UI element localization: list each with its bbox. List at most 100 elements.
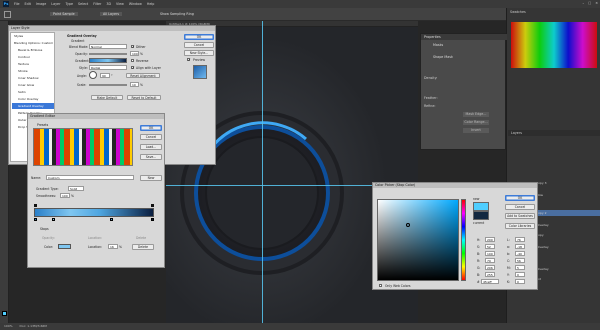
style-blending-options[interactable]: Blending Options: Custom <box>12 40 54 46</box>
menu-3d[interactable]: 3D <box>106 2 111 6</box>
stop-location-input[interactable]: 16 <box>108 244 118 249</box>
style-select[interactable]: Radial <box>89 65 127 70</box>
reset-alignment-button[interactable]: Reset Alignment <box>126 73 160 78</box>
invert-button[interactable]: Invert <box>463 128 489 133</box>
gradient-preview[interactable] <box>89 58 127 63</box>
angle-dial-icon[interactable] <box>89 71 97 79</box>
layer-style-ok-button[interactable]: OK <box>184 34 214 40</box>
gradient-save-button[interactable]: Save... <box>140 154 162 160</box>
color-cancel-button[interactable]: Cancel <box>505 204 535 210</box>
color-field[interactable] <box>377 199 459 281</box>
maximize-icon[interactable]: □ <box>588 1 591 5</box>
style-bevel-emboss[interactable]: Bevel & Emboss <box>12 47 54 53</box>
color-stop[interactable] <box>34 218 37 221</box>
stop-color-swatch[interactable] <box>58 244 71 249</box>
menu-edit[interactable]: Edit <box>25 2 31 6</box>
style-color-overlay[interactable]: Color Overlay <box>12 96 54 102</box>
l-input[interactable]: 76 <box>515 237 525 242</box>
color-range-button[interactable]: Color Range... <box>463 120 489 125</box>
reverse-checkbox[interactable] <box>131 59 135 63</box>
reset-to-default-button[interactable]: Reset to Default <box>127 95 161 100</box>
menu-layer[interactable]: Layer <box>51 2 60 6</box>
a-input[interactable]: -18 <box>515 244 525 249</box>
menu-select[interactable]: Select <box>78 2 88 6</box>
gradient-new-button[interactable]: New <box>140 175 162 181</box>
s-input[interactable]: 52 <box>485 244 495 249</box>
make-default-button[interactable]: Make Default <box>91 95 123 100</box>
align-with-layer-checkbox[interactable] <box>131 66 135 70</box>
sample-select[interactable]: All Layers <box>100 12 123 16</box>
color-field-cursor-icon[interactable] <box>406 223 410 227</box>
opacity-stop-left[interactable] <box>34 204 37 207</box>
angle-input[interactable]: 90 <box>100 73 110 78</box>
hex-input[interactable]: 4fceff <box>481 279 499 284</box>
preview-checkbox[interactable] <box>187 58 191 62</box>
eyedropper-tool-icon[interactable] <box>4 11 11 18</box>
blue-input[interactable]: 255 <box>485 272 495 277</box>
zoom-level[interactable]: 100% <box>4 324 13 328</box>
style-texture[interactable]: Texture <box>12 61 54 67</box>
layers-panel-title[interactable]: Layers <box>508 130 600 136</box>
style-inner-glow[interactable]: Inner Glow <box>12 82 54 88</box>
add-to-swatches-button[interactable]: Add to Swatches <box>505 213 535 219</box>
preset-gradients-grid[interactable] <box>33 128 133 166</box>
menu-view[interactable]: View <box>116 2 124 6</box>
scale-slider[interactable] <box>89 84 127 86</box>
gradient-ok-button[interactable]: OK <box>140 125 162 131</box>
delete-stop-button[interactable]: Delete <box>132 244 154 250</box>
color-stop[interactable] <box>151 218 154 221</box>
opacity-slider[interactable] <box>89 53 127 55</box>
k-input[interactable]: 0 <box>515 279 525 284</box>
menu-type[interactable]: Type <box>65 2 73 6</box>
dither-checkbox[interactable] <box>131 45 135 49</box>
close-icon[interactable]: × <box>595 1 598 5</box>
blend-mode-select[interactable]: Normal <box>89 44 127 49</box>
swatches-grid[interactable] <box>511 22 597 68</box>
style-contour[interactable]: Contour <box>12 54 54 60</box>
h-input[interactable]: 200 <box>485 237 495 242</box>
style-satin[interactable]: Satin <box>12 89 54 95</box>
swatches-panel-title[interactable]: Swatches <box>510 10 526 14</box>
menu-help[interactable]: Help <box>147 2 155 6</box>
color-stop[interactable] <box>110 218 113 221</box>
m-input[interactable]: 5 <box>515 265 525 270</box>
menu-filter[interactable]: Filter <box>93 2 101 6</box>
gradient-cancel-button[interactable]: Cancel <box>140 134 162 140</box>
r-input[interactable]: 79 <box>485 258 495 263</box>
hue-slider[interactable] <box>461 199 466 281</box>
new-style-button[interactable]: New Style... <box>184 50 214 56</box>
only-web-colors-checkbox[interactable] <box>379 284 383 288</box>
gradient-name-input[interactable]: Custom <box>46 175 134 180</box>
gradient-load-button[interactable]: Load... <box>140 144 162 150</box>
minimize-icon[interactable]: – <box>582 1 584 5</box>
style-gradient-overlay[interactable]: Gradient Overlay <box>12 103 54 109</box>
b-input[interactable]: 100 <box>485 251 495 256</box>
style-stroke[interactable]: Stroke <box>12 68 54 74</box>
g-input[interactable]: 206 <box>485 265 495 270</box>
y-input[interactable]: 0 <box>515 272 525 277</box>
color-libraries-button[interactable]: Color Libraries <box>505 223 535 229</box>
lab-b-input[interactable]: -40 <box>515 251 525 256</box>
color-stop-selected[interactable] <box>52 218 55 221</box>
opacity-stop-right[interactable] <box>151 204 154 207</box>
opacity-input[interactable]: 100 <box>130 51 139 56</box>
style-inner-shadow[interactable]: Inner Shadow <box>12 75 54 81</box>
lab-b-label: b: <box>507 252 511 256</box>
current-color-swatch[interactable] <box>473 211 489 220</box>
show-sampling-ring-checkbox[interactable]: Show Sampling Ring <box>160 12 194 16</box>
color-ok-button[interactable]: OK <box>505 195 535 201</box>
styles-header[interactable]: Styles <box>12 33 54 39</box>
scale-input[interactable]: 10 <box>130 82 139 87</box>
sample-size-select[interactable]: Point Sample <box>50 12 78 16</box>
menu-image[interactable]: Image <box>36 2 46 6</box>
menu-window[interactable]: Window <box>129 2 142 6</box>
foreground-color-swatch[interactable] <box>2 311 7 316</box>
gradient-type-select[interactable]: Solid <box>68 186 84 191</box>
menu-file[interactable]: File <box>14 2 20 6</box>
layer-style-cancel-button[interactable]: Cancel <box>184 42 214 48</box>
c-input[interactable]: 56 <box>515 258 525 263</box>
gradient-ramp[interactable] <box>34 208 154 217</box>
mask-edge-button[interactable]: Mask Edge... <box>463 112 489 117</box>
smoothness-input[interactable]: 100 <box>60 193 70 198</box>
vertical-guide[interactable] <box>262 21 263 323</box>
